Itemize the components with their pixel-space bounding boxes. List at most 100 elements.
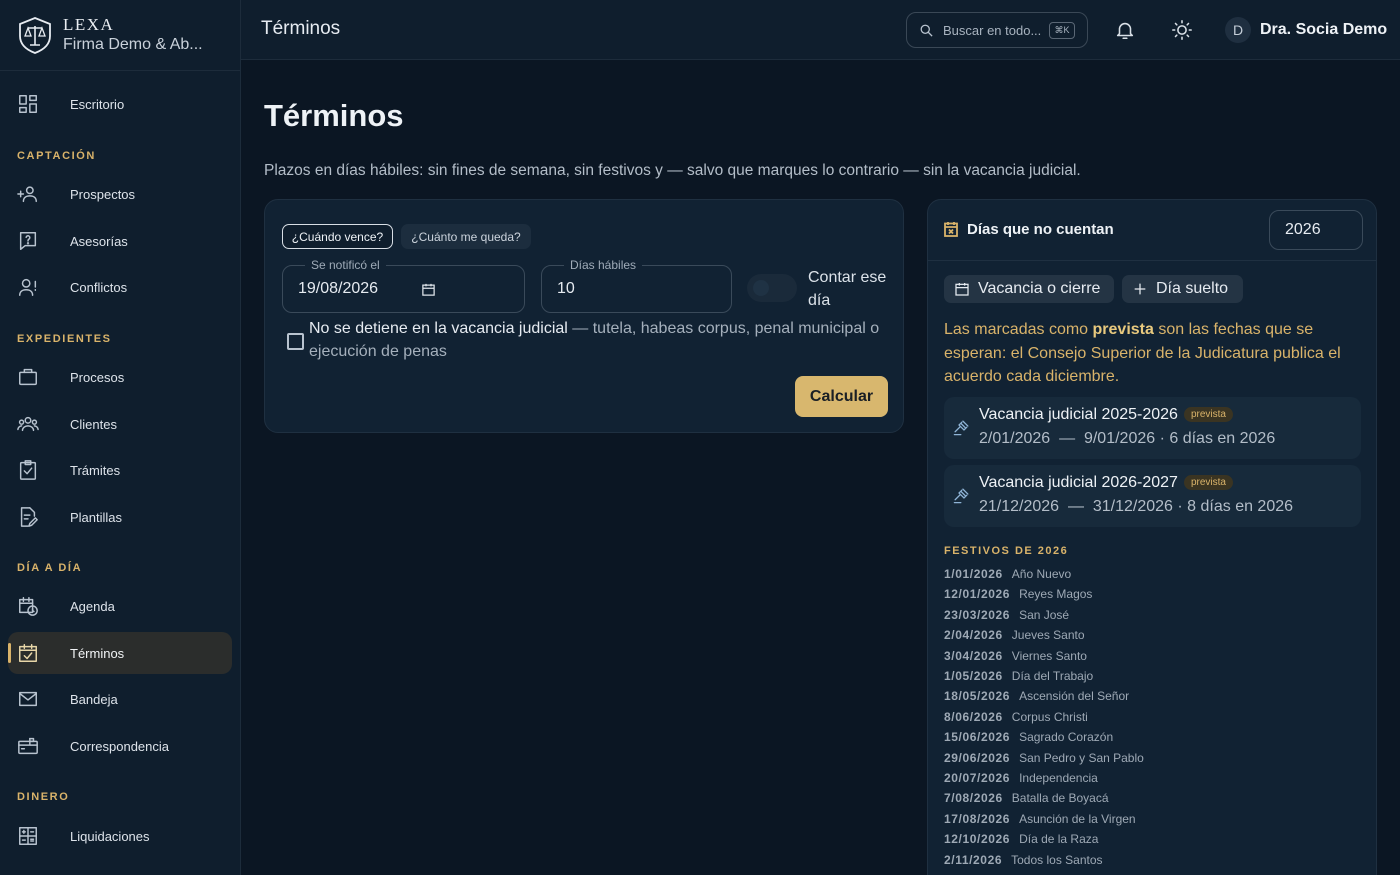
festivo-row: 20/07/2026 Independencia [944,771,1098,787]
nav-label: Bandeja [70,691,118,707]
nav-item-tramites[interactable]: Trámites [8,449,232,491]
festivo-date: 3/04/2026 [944,648,1003,663]
calendar-icon[interactable] [421,282,436,297]
prevista-note: Las marcadas como prevista son las fecha… [944,318,1364,389]
add-vacancy-button[interactable]: Vacancia o cierre [944,275,1114,303]
festivo-name: Batalla de Boyacá [1011,791,1109,806]
count-day-label: Contar ese día [808,269,887,309]
nav-label: Correspondencia [70,738,170,754]
plus-icon [1134,283,1146,295]
festivo-date: 17/08/2026 [944,811,1011,826]
festivo-date: 2/11/2026 [944,852,1003,867]
festivo-date: 2/04/2026 [944,628,1003,643]
nav-label: Escritorio [70,96,125,112]
business-days-field[interactable]: Días hábiles [541,258,732,313]
festivo-name: Viernes Santo [1011,648,1087,663]
festivo-name: Año Nuevo [1011,567,1072,581]
nav-item-procesos[interactable]: Procesos [8,356,232,398]
nav-item-correspondencia[interactable]: Correspondencia [8,725,232,767]
festivo-name: Ascensión del Señor [1019,689,1130,704]
nav-label: Trámites [70,462,121,478]
nav-item-prospectos[interactable]: Prospectos [8,173,232,215]
search-input[interactable] [943,22,1049,38]
scales-logo-icon [19,17,51,54]
topbar: Términos ⌘K D Dra. Socia Demo [241,0,1400,60]
festivo-row: 2/04/2026 Jueves Santo [944,628,1085,644]
user-alert-icon [17,276,39,298]
brand-name: LEXA [63,15,115,34]
festivo-date: 29/06/2026 [944,750,1011,765]
nav-label: Prospectos [70,186,136,202]
dashboard-icon [17,93,39,115]
festivo-row: 3/04/2026 Viernes Santo [944,649,1087,665]
festivo-row: 2/11/2026 Todos los Santos [944,853,1103,869]
year-input[interactable] [1269,210,1363,250]
festivo-name: Asunción de la Virgen [1019,811,1136,826]
user-menu[interactable]: D Dra. Socia Demo [1225,16,1387,44]
festivo-row: 1/01/2026 Año Nuevo [944,567,1071,583]
vacancy-range: 21/12/2026 — 31/12/2026 · 8 días en 2026 [979,498,1294,515]
briefcase-icon [17,366,39,388]
nav-item-escritorio[interactable]: Escritorio [8,83,232,125]
count-day-toggle[interactable] [747,274,797,302]
business-days-label: Días hábiles [564,258,643,272]
panel-title: Días que no cuentan [967,221,1114,238]
festivo-name: San Pedro y San Pablo [1019,750,1144,765]
festivo-date: 12/10/2026 [944,832,1011,847]
nav-label: Liquidaciones [70,828,150,844]
vacancy-item[interactable]: Vacancia judicial 2026-2027 prevista 21/1… [944,465,1361,527]
festivo-date: 7/08/2026 [944,791,1003,806]
vacancy-item[interactable]: Vacancia judicial 2025-2026 prevista 2/01… [944,397,1361,459]
prevista-badge: prevista [1183,407,1233,422]
bell-icon[interactable] [1114,19,1136,41]
vacancy-checkbox[interactable] [287,333,304,350]
panel-header: Días que no cuentan [928,200,1376,261]
vacancy-separator: — [567,320,593,337]
notified-date-field[interactable]: Se notificó el [282,258,525,313]
nav-label: Procesos [70,369,125,385]
nav-item-liquidaciones[interactable]: Liquidaciones [8,815,232,857]
calculate-button[interactable]: Calcular [795,376,888,417]
brand[interactable]: LEXA Firma Demo & Ab... [0,0,240,71]
search-icon [920,24,933,37]
add-day-button[interactable]: Día suelto [1122,275,1243,303]
nav-item-agenda[interactable]: Agenda [8,585,232,627]
festivo-row: 8/06/2026 Corpus Christi [944,710,1088,726]
nav-item-asesorias[interactable]: Asesorías [8,220,232,262]
global-search[interactable]: ⌘K [906,12,1088,48]
festivo-row: 29/06/2026 San Pedro y San Pablo [944,751,1144,767]
nav-item-clientes[interactable]: Clientes [8,403,232,445]
festivo-name: Independencia [1019,771,1098,785]
festivo-date: 8/06/2026 [944,709,1003,724]
vacancy-range: 2/01/2026 — 9/01/2026 · 6 días en 2026 [979,430,1276,447]
mailbox-icon [17,735,39,757]
festivo-row: 18/05/2026 Ascensión del Señor [944,689,1129,705]
festivo-name: Reyes Magos [1019,587,1093,602]
festivo-date: 12/01/2026 [944,587,1011,602]
festivo-name: Corpus Christi [1011,709,1088,724]
nav-label: Clientes [70,416,117,432]
festivo-row: 23/03/2026 San José [944,608,1069,624]
business-days-input[interactable] [557,280,677,298]
nav-label: Términos [70,645,125,661]
festivo-row: 7/08/2026 Batalla de Boyacá [944,791,1109,807]
note-text: Las marcadas como [944,321,1093,338]
vacancy-title-text: Vacancia judicial 2026-2027 [979,474,1178,491]
avatar: D [1225,17,1251,43]
nav-item-terminos[interactable]: Términos [8,632,232,674]
nav-item-conflictos[interactable]: Conflictos [8,266,232,308]
festivo-name: Sagrado Corazón [1019,730,1114,745]
vacancy-checkbox-label[interactable]: No se detiene en la vacancia judicial — … [309,317,899,363]
topbar-title: Términos [261,18,341,39]
notified-date-input[interactable] [298,280,418,298]
tab-cuando-vence[interactable]: ¿Cuándo vence? [282,224,393,249]
calendar-x-icon [944,221,958,237]
tab-cuanto-me-queda[interactable]: ¿Cuánto me queda? [401,224,531,249]
theme-toggle-sun-icon[interactable] [1171,19,1193,41]
vacancy-text: No se detiene en la vacancia judicial [309,320,568,337]
festivo-date: 1/01/2026 [944,567,1003,581]
nav-item-plantillas[interactable]: Plantillas [8,496,232,538]
nav-item-bandeja[interactable]: Bandeja [8,678,232,720]
gavel-icon [953,487,970,504]
nav-section-expedientes: EXPEDIENTES [17,333,112,345]
